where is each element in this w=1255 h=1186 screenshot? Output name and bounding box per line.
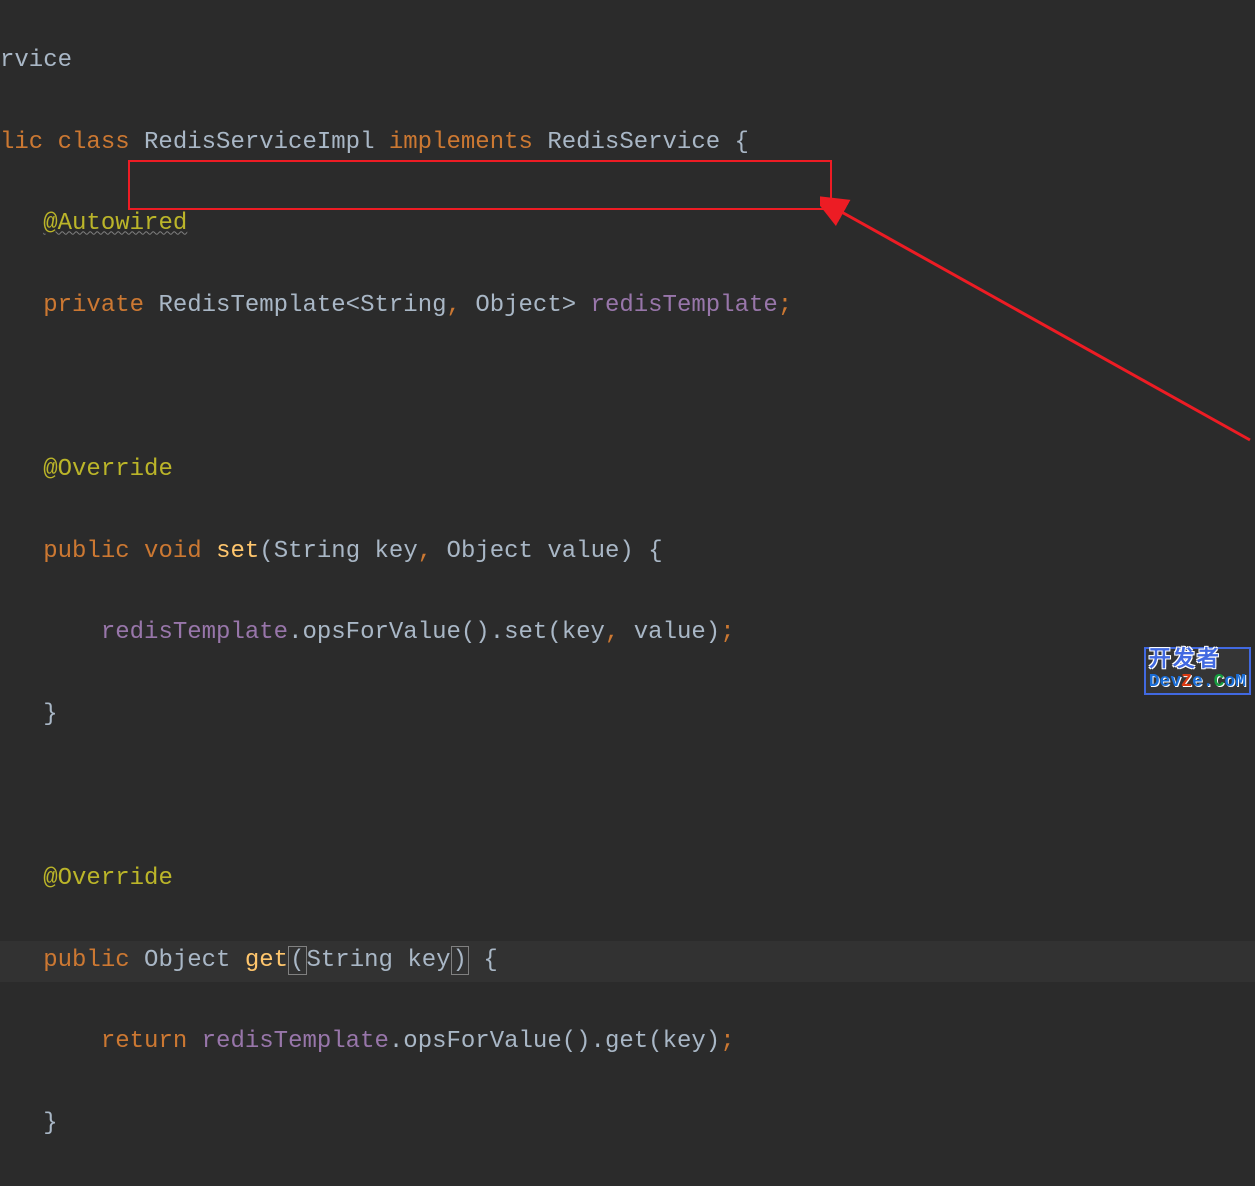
indent xyxy=(0,538,43,565)
token-brace: { xyxy=(735,129,749,156)
token-paren-match: ( xyxy=(288,946,306,975)
code-line: public void set(String key, Object value… xyxy=(0,532,1255,573)
token-field: redisTemplate xyxy=(202,1028,389,1055)
token-comma: , xyxy=(418,538,447,565)
indent xyxy=(0,701,43,728)
token-classname: RedisServiceImpl xyxy=(144,129,389,156)
token-paren: ) xyxy=(706,619,720,646)
code-line: return redisTemplate.opsForValue().get(k… xyxy=(0,1022,1255,1063)
token-paren: ( xyxy=(259,538,273,565)
token-annotation: @Override xyxy=(43,865,173,892)
token-brace: { xyxy=(648,538,662,565)
token-dot: . xyxy=(288,619,302,646)
token-annotation: @Autowired xyxy=(43,210,187,237)
token-paren: ( xyxy=(547,619,561,646)
token-type: String xyxy=(274,538,375,565)
token-method: opsForValue xyxy=(403,1028,561,1055)
token-dot: . xyxy=(389,1028,403,1055)
token-paren: ) xyxy=(706,1028,720,1055)
code-line: @Override xyxy=(0,450,1255,491)
token-semi: ; xyxy=(778,292,792,319)
token-comma: , xyxy=(605,619,634,646)
token-semi: ; xyxy=(720,1028,734,1055)
token-brace: } xyxy=(43,1110,57,1137)
code-line: lic class RedisServiceImpl implements Re… xyxy=(0,123,1255,164)
token-keyword: return xyxy=(101,1028,202,1055)
token-arg: key xyxy=(562,619,605,646)
token-type: String xyxy=(307,947,408,974)
token-paren: () xyxy=(562,1028,591,1055)
token-arg: value xyxy=(634,619,706,646)
token-paren: ) xyxy=(619,538,648,565)
token-keyword: class xyxy=(58,129,144,156)
token-type: Object xyxy=(144,947,245,974)
token-param: key xyxy=(375,538,418,565)
indent xyxy=(0,1028,101,1055)
token-keyword: implements xyxy=(389,129,547,156)
code-line: redisTemplate.opsForValue().set(key, val… xyxy=(0,613,1255,654)
code-editor[interactable]: rvice lic class RedisServiceImpl impleme… xyxy=(0,0,1255,1186)
token-brace: { xyxy=(483,947,497,974)
token-type: Object xyxy=(475,292,561,319)
token-dot: . xyxy=(591,1028,605,1055)
token-keyword: lic xyxy=(0,129,58,156)
token-gt: > xyxy=(562,292,591,319)
token-method: opsForValue xyxy=(302,619,460,646)
token-keyword: public xyxy=(43,947,144,974)
token: rvice xyxy=(0,47,72,74)
indent xyxy=(0,456,43,483)
token-classname: RedisService xyxy=(547,129,734,156)
token-method: set xyxy=(216,538,259,565)
token-annotation: @Override xyxy=(43,456,173,483)
indent xyxy=(0,1110,43,1137)
token-method: set xyxy=(504,619,547,646)
indent xyxy=(0,947,43,974)
token-paren: () xyxy=(461,619,490,646)
token-dot: . xyxy=(490,619,504,646)
token-comma: , xyxy=(447,292,476,319)
code-line: rvice xyxy=(0,41,1255,82)
token-keyword: public xyxy=(43,538,144,565)
code-line-empty xyxy=(0,368,1255,409)
code-line: } xyxy=(0,1104,1255,1145)
code-line-empty xyxy=(0,777,1255,818)
code-line-current: public Object get(String key) { xyxy=(0,941,1255,982)
code-line: @Autowired xyxy=(0,204,1255,245)
indent xyxy=(0,865,43,892)
token-semi: ; xyxy=(720,619,734,646)
token-paren-match: ) xyxy=(451,946,469,975)
token-field: redisTemplate xyxy=(591,292,778,319)
token-type: RedisTemplate xyxy=(158,292,345,319)
code-line: } xyxy=(0,695,1255,736)
token-type: String xyxy=(360,292,446,319)
indent xyxy=(0,619,101,646)
token-arg: key xyxy=(663,1028,706,1055)
token-param: value xyxy=(547,538,619,565)
token-field: redisTemplate xyxy=(101,619,288,646)
watermark-url: DevZe.CoM xyxy=(1149,673,1246,693)
sp xyxy=(469,947,483,974)
token-paren: ( xyxy=(648,1028,662,1055)
token-method: get xyxy=(605,1028,648,1055)
token-keyword: private xyxy=(43,292,158,319)
token-type: Object xyxy=(447,538,548,565)
watermark-cn: 开发者 xyxy=(1149,649,1246,673)
indent xyxy=(0,210,43,237)
token-lt: < xyxy=(346,292,360,319)
indent xyxy=(0,292,43,319)
token-brace: } xyxy=(43,701,57,728)
token-method: get xyxy=(245,947,288,974)
watermark: 开发者 DevZe.CoM xyxy=(1144,647,1251,702)
token-param: key xyxy=(407,947,450,974)
token-keyword: void xyxy=(144,538,216,565)
code-line: @Override xyxy=(0,859,1255,900)
code-line: private RedisTemplate<String, Object> re… xyxy=(0,286,1255,327)
